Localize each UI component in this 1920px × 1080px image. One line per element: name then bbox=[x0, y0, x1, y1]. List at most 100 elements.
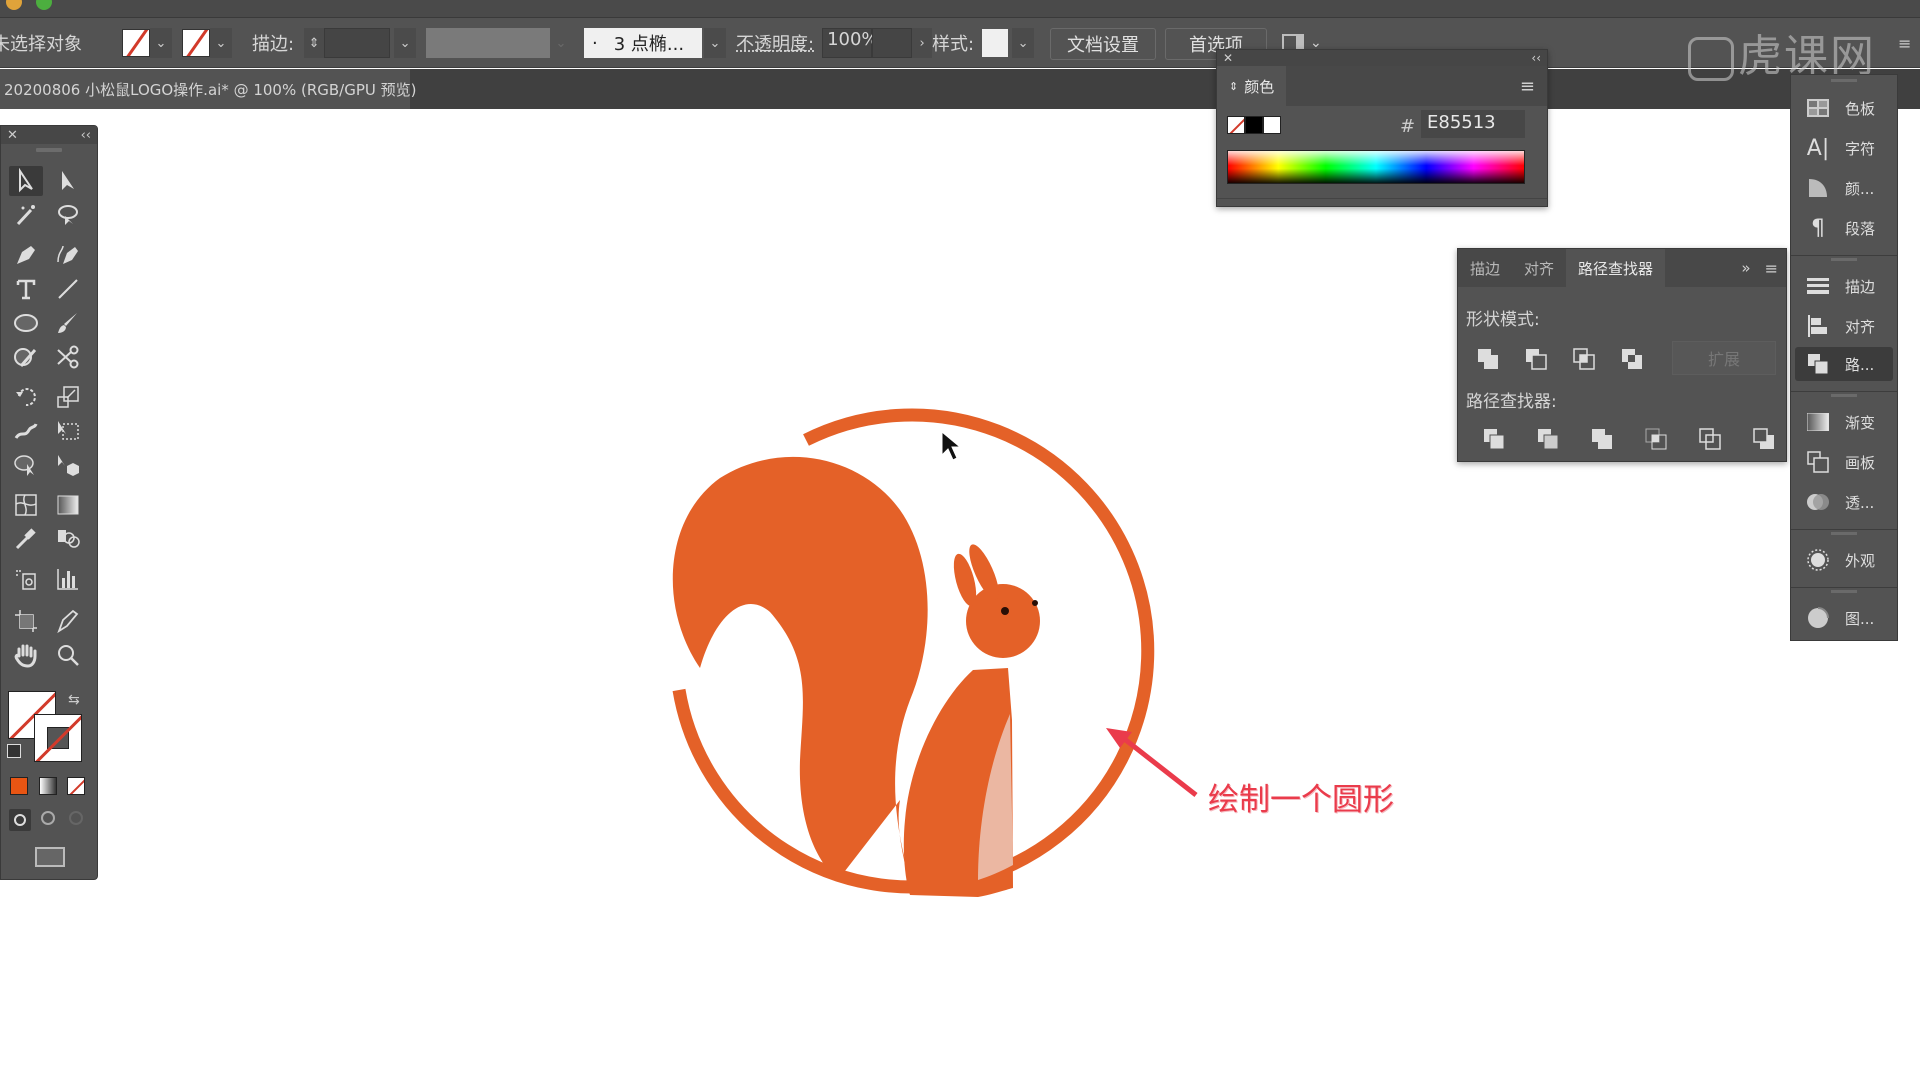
dock-item-swatches[interactable]: 色板 bbox=[1795, 91, 1893, 125]
tab-stroke[interactable]: 描边 bbox=[1458, 249, 1512, 287]
lasso-tool[interactable] bbox=[51, 200, 85, 230]
dock-item-paragraph[interactable]: ¶ 段落 bbox=[1795, 211, 1893, 245]
expand-button[interactable]: 扩展 bbox=[1672, 341, 1776, 375]
panel-options-toggle-icon[interactable]: ⇕ bbox=[1229, 80, 1238, 93]
rotate-tool[interactable] bbox=[9, 382, 43, 412]
line-segment-tool[interactable] bbox=[51, 274, 85, 304]
mesh-tool[interactable] bbox=[9, 490, 43, 520]
color-mode-button[interactable] bbox=[10, 777, 28, 795]
color-spectrum-ramp[interactable] bbox=[1227, 150, 1525, 184]
black-swatch[interactable] bbox=[1245, 116, 1263, 134]
dock-item-artboards[interactable]: 画板 bbox=[1795, 445, 1893, 479]
ellipse-tool[interactable] bbox=[9, 308, 43, 338]
free-transform-tool[interactable] bbox=[51, 416, 85, 446]
gradient-tool[interactable] bbox=[51, 490, 85, 520]
dock-item-character[interactable]: A| 字符 bbox=[1795, 131, 1893, 165]
eyedropper-icon bbox=[15, 528, 36, 550]
trim-icon[interactable] bbox=[1536, 427, 1560, 451]
blend-tool[interactable] bbox=[51, 524, 85, 554]
merge-icon[interactable] bbox=[1590, 427, 1614, 451]
warp-finger-icon bbox=[14, 423, 38, 439]
scissors-tool[interactable] bbox=[51, 342, 85, 372]
squirrel-tail[interactable] bbox=[672, 456, 928, 880]
drag-grip[interactable] bbox=[36, 148, 62, 152]
default-fill-stroke-icon[interactable] bbox=[7, 744, 21, 758]
perspective-grid-tool[interactable] bbox=[51, 450, 85, 480]
none-swatch[interactable] bbox=[1227, 116, 1245, 134]
artboard-tool[interactable] bbox=[9, 606, 43, 636]
tab-color-label: 颜色 bbox=[1244, 77, 1275, 96]
pen-tool[interactable] bbox=[9, 240, 43, 270]
shape-builder-tool[interactable] bbox=[9, 450, 43, 480]
selection-tool[interactable] bbox=[9, 166, 43, 196]
dock-item-transparency[interactable]: 透... bbox=[1795, 485, 1893, 519]
crop-icon[interactable] bbox=[1644, 427, 1668, 451]
character-icon: A| bbox=[1806, 135, 1830, 161]
warp-tool[interactable] bbox=[9, 416, 43, 446]
paintbrush-tool[interactable] bbox=[51, 308, 85, 338]
pathfinders-label: 路径查找器: bbox=[1466, 392, 1557, 412]
scale-icon bbox=[57, 386, 79, 408]
intersect-icon[interactable] bbox=[1572, 347, 1596, 371]
tools-panel-header[interactable]: ✕ ‹‹ bbox=[1, 126, 97, 144]
panel-menu-icon[interactable]: ≡ bbox=[1757, 249, 1786, 287]
hex-color-input[interactable]: E85513 bbox=[1421, 110, 1525, 138]
collapse-icon[interactable]: ‹‹ bbox=[1531, 51, 1541, 65]
panel-resize-grip[interactable] bbox=[1217, 198, 1547, 206]
pathfinder-panel-tabs: 描边 对齐 路径查找器 » ≡ bbox=[1458, 249, 1786, 287]
dock-item-graphic-styles[interactable]: 图... bbox=[1795, 601, 1893, 635]
free-transform-icon bbox=[58, 421, 79, 440]
none-mode-button[interactable] bbox=[67, 777, 85, 795]
type-tool[interactable] bbox=[9, 274, 43, 304]
minus-front-icon[interactable] bbox=[1524, 347, 1548, 371]
unite-icon[interactable] bbox=[1476, 347, 1500, 371]
screen-mode-button[interactable] bbox=[35, 847, 65, 867]
curvature-tool[interactable] bbox=[51, 240, 85, 270]
draw-inside-button[interactable] bbox=[69, 811, 83, 825]
tools-panel: ✕ ‹‹ ⇆ bbox=[0, 125, 98, 880]
slice-knife-icon bbox=[57, 609, 79, 634]
zoom-tool[interactable] bbox=[51, 640, 85, 670]
artboard-canvas[interactable] bbox=[0, 0, 1920, 1080]
close-icon[interactable]: ✕ bbox=[1223, 51, 1233, 65]
color-panel-header[interactable]: ✕ ‹‹ bbox=[1217, 50, 1547, 66]
tab-align[interactable]: 对齐 bbox=[1512, 249, 1566, 287]
divide-icon[interactable] bbox=[1482, 427, 1506, 451]
tab-color[interactable]: ⇕ 颜色 bbox=[1217, 66, 1287, 106]
dock-grip[interactable] bbox=[1791, 77, 1897, 83]
hand-tool[interactable] bbox=[9, 640, 43, 670]
draw-normal-button[interactable] bbox=[9, 809, 31, 831]
symbol-sprayer-tool[interactable] bbox=[9, 564, 43, 594]
white-swatch[interactable] bbox=[1263, 116, 1281, 134]
swatches-icon bbox=[1805, 95, 1831, 121]
direct-selection-tool[interactable] bbox=[51, 166, 85, 196]
dock-item-gradient[interactable]: 渐变 bbox=[1795, 405, 1893, 439]
dock-item-align[interactable]: 对齐 bbox=[1795, 309, 1893, 343]
column-graph-tool[interactable] bbox=[51, 564, 85, 594]
outline-icon[interactable] bbox=[1698, 427, 1722, 451]
minus-back-icon[interactable] bbox=[1752, 427, 1776, 451]
close-icon[interactable]: ✕ bbox=[7, 128, 18, 143]
color-panel-tabs: ⇕ 颜色 ≡ bbox=[1217, 66, 1547, 106]
draw-behind-button[interactable] bbox=[41, 811, 55, 825]
dock-item-stroke[interactable]: 描边 bbox=[1795, 269, 1893, 303]
panel-menu-icon[interactable]: ≡ bbox=[1508, 66, 1547, 106]
stroke-none-swatch[interactable] bbox=[34, 714, 82, 762]
magic-wand-icon bbox=[16, 205, 35, 226]
tab-pathfinder[interactable]: 路径查找器 bbox=[1566, 249, 1666, 287]
scale-tool[interactable] bbox=[51, 382, 85, 412]
gradient-mode-button[interactable] bbox=[39, 777, 57, 795]
collapse-icon[interactable]: ‹‹ bbox=[81, 128, 91, 143]
swap-fill-stroke-icon[interactable]: ⇆ bbox=[68, 692, 80, 708]
dock-item-pathfinder[interactable]: 路... bbox=[1795, 347, 1893, 381]
dock-item-appearance[interactable]: 外观 bbox=[1795, 543, 1893, 577]
eyedropper-tool[interactable] bbox=[9, 524, 43, 554]
magic-wand-tool[interactable] bbox=[9, 200, 43, 230]
dock-item-color-guide[interactable]: 颜... bbox=[1795, 171, 1893, 205]
exclude-icon[interactable] bbox=[1620, 347, 1644, 371]
slice-tool[interactable] bbox=[51, 606, 85, 636]
mouse-cursor-icon bbox=[941, 430, 962, 461]
shaper-tool[interactable] bbox=[9, 342, 43, 372]
squirrel-head[interactable] bbox=[966, 584, 1040, 658]
panel-overflow-icon[interactable]: » bbox=[1735, 249, 1756, 287]
